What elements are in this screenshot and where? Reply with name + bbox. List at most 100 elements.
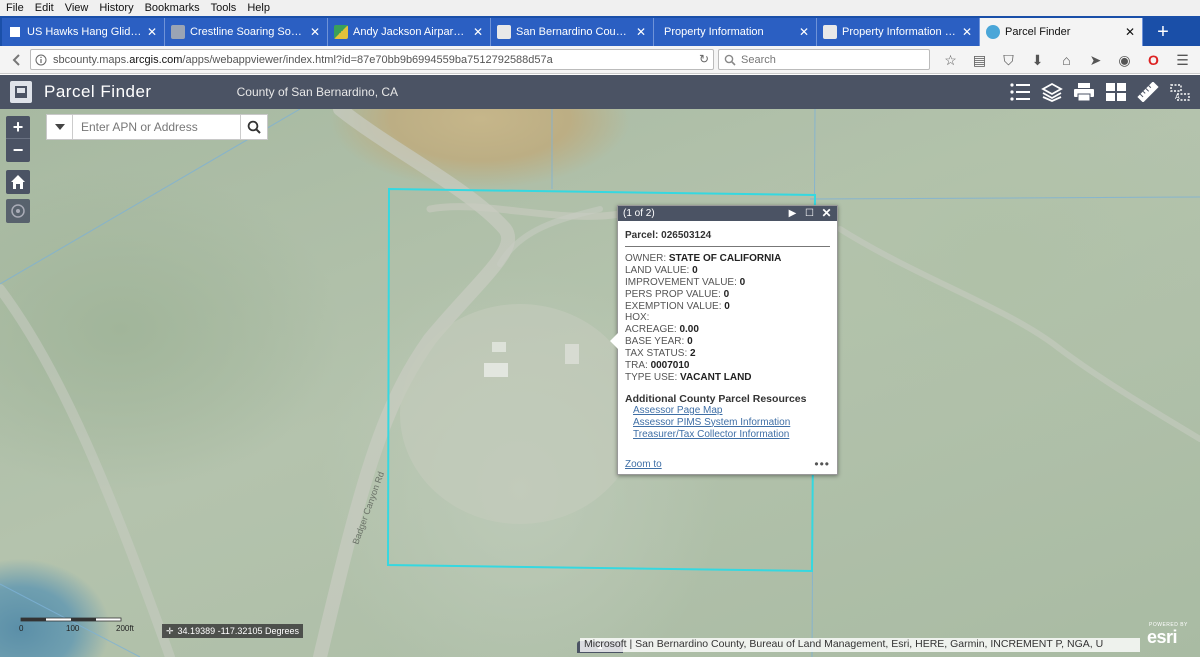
field-value: 0007010	[650, 360, 690, 372]
tab-us-hawks[interactable]: US Hawks Hang Gliding Assoc... ✕	[2, 18, 165, 46]
bookmark-star-icon[interactable]: ☆	[936, 49, 965, 71]
url-path: /apps/webappviewer/index.html?id=87e70bb…	[182, 53, 553, 66]
reading-list-icon[interactable]: ▤	[965, 49, 994, 71]
apn-search-widget	[46, 114, 268, 140]
new-tab-button[interactable]: +	[1147, 18, 1179, 46]
zoom-in-button[interactable]: +	[6, 116, 30, 139]
page-favicon-icon	[823, 25, 837, 39]
popup-footer: Zoom to •••	[625, 457, 830, 471]
app-toolbar: A	[1004, 78, 1196, 106]
field-value: 0	[739, 276, 746, 288]
field-label: EXEMPTION VALUE:	[625, 300, 722, 312]
locate-icon	[11, 204, 25, 218]
tab-label: Property Information Mana...	[842, 26, 957, 38]
tab-label: Property Information	[664, 26, 764, 38]
arcgis-favicon-icon	[986, 25, 1000, 39]
parcel-field-row: TYPE USE: VACANT LAND	[625, 372, 830, 384]
parcel-field-row: ACREAGE: 0.00	[625, 324, 830, 336]
esri-wordmark: esri	[1147, 627, 1178, 647]
scale-tick-200: 200ft	[116, 624, 135, 633]
back-button[interactable]	[4, 49, 30, 71]
zoom-to-link[interactable]: Zoom to	[625, 459, 662, 470]
assessor-pims-link[interactable]: Assessor PIMS System Information	[633, 417, 830, 429]
pocket-icon[interactable]: ⛉	[994, 49, 1023, 71]
home-extent-button[interactable]	[6, 170, 30, 194]
scale-bar: 0 100 200ft	[18, 617, 158, 637]
tab-close-icon[interactable]: ✕	[1124, 25, 1136, 39]
tab-close-icon[interactable]: ✕	[961, 25, 973, 39]
map-view[interactable]: Badger Canyon Rd	[0, 109, 1200, 657]
search-button[interactable]	[240, 115, 267, 139]
popup-page-count: (1 of 2)	[623, 208, 655, 219]
tab-close-icon[interactable]: ✕	[146, 25, 158, 39]
parcel-field-row: PERS PROP VALUE: 0	[625, 289, 830, 301]
search-icon	[724, 54, 736, 66]
tab-close-icon[interactable]: ✕	[798, 25, 810, 39]
tab-property-info[interactable]: Property Information ✕	[654, 18, 817, 46]
menu-file[interactable]: File	[6, 2, 24, 14]
hamburger-menu-icon[interactable]: ☰	[1168, 49, 1197, 71]
close-icon[interactable]: ✕	[818, 206, 835, 221]
tab-close-icon[interactable]: ✕	[635, 25, 647, 39]
map-attribution: Microsoft | San Bernardino County, Burea…	[580, 638, 1140, 652]
field-value: VACANT LAND	[680, 371, 752, 383]
field-label: BASE YEAR:	[625, 336, 685, 348]
back-arrow-icon	[12, 54, 20, 66]
tab-san-bernardino[interactable]: San Bernardino County - C... ✕	[491, 18, 654, 46]
field-label: PERS PROP VALUE:	[625, 288, 721, 300]
menu-tools[interactable]: Tools	[211, 2, 237, 14]
field-label: TRA:	[625, 360, 648, 372]
opera-icon[interactable]: O	[1139, 49, 1168, 71]
resources-heading: Additional County Parcel Resources	[625, 392, 807, 405]
menu-view[interactable]: View	[65, 2, 89, 14]
parcel-field-row: HOX:	[625, 312, 830, 324]
my-location-button[interactable]	[6, 199, 30, 223]
send-icon[interactable]: ➤	[1081, 49, 1110, 71]
url-text: sbcounty.maps.arcgis.com/apps/webappview…	[53, 54, 553, 66]
zoom-out-button[interactable]: −	[6, 139, 30, 162]
scale-tick-100: 100	[66, 624, 80, 633]
tab-label: Parcel Finder	[1005, 26, 1071, 38]
url-bar[interactable]: sbcounty.maps.arcgis.com/apps/webappview…	[30, 49, 714, 70]
draw-button[interactable]: A	[1164, 78, 1196, 106]
print-button[interactable]	[1068, 78, 1100, 106]
more-actions-icon[interactable]: •••	[814, 457, 830, 471]
menu-help[interactable]: Help	[247, 2, 270, 14]
apn-search-input[interactable]	[73, 115, 240, 139]
parcel-field-row: EXEMPTION VALUE: 0	[625, 301, 830, 313]
field-label: ACREAGE:	[625, 324, 677, 336]
maximize-icon[interactable]: ☐	[801, 206, 818, 221]
download-icon[interactable]: ⬇	[1023, 49, 1052, 71]
tab-andy-jackson[interactable]: Andy Jackson Airpark - Go... ✕	[328, 18, 491, 46]
ruler-icon	[1137, 82, 1159, 102]
browser-menubar: File Edit View History Bookmarks Tools H…	[0, 0, 1200, 16]
tab-crestline[interactable]: Crestline Soaring Society |... ✕	[165, 18, 328, 46]
layer-list-button[interactable]	[1036, 78, 1068, 106]
tab-close-icon[interactable]: ✕	[309, 25, 321, 39]
home-icon[interactable]: ⌂	[1052, 49, 1081, 71]
coordinate-readout[interactable]: ✛ 34.19389 -117.32105 Degrees	[162, 624, 303, 638]
browser-search-input[interactable]: Search	[718, 49, 930, 70]
draw-shapes-icon: A	[1170, 84, 1190, 101]
field-label: IMPROVEMENT VALUE:	[625, 276, 737, 288]
measurement-button[interactable]	[1132, 78, 1164, 106]
reload-icon[interactable]: ↻	[699, 52, 709, 66]
assessor-page-map-link[interactable]: Assessor Page Map	[633, 405, 830, 417]
search-source-dropdown[interactable]	[47, 115, 73, 139]
legend-button[interactable]	[1004, 78, 1036, 106]
tab-property-info-mana[interactable]: Property Information Mana... ✕	[817, 18, 980, 46]
treasurer-tax-collector-link[interactable]: Treasurer/Tax Collector Information	[633, 429, 830, 441]
parcel-field-row: IMPROVEMENT VALUE: 0	[625, 277, 830, 289]
glider-favicon-icon	[171, 25, 185, 39]
menu-edit[interactable]: Edit	[35, 2, 54, 14]
tab-parcel-finder[interactable]: Parcel Finder ✕	[980, 18, 1143, 46]
tab-close-icon[interactable]: ✕	[472, 25, 484, 39]
tab-label: San Bernardino County - C...	[516, 26, 631, 38]
next-feature-icon[interactable]: ▶	[784, 206, 801, 221]
menu-bookmarks[interactable]: Bookmarks	[145, 2, 200, 14]
basemap-gallery-button[interactable]	[1100, 78, 1132, 106]
field-value: STATE OF CALIFORNIA	[668, 253, 782, 264]
home-icon	[11, 175, 25, 189]
sync-icon[interactable]: ◉	[1110, 49, 1139, 71]
menu-history[interactable]: History	[99, 2, 133, 14]
